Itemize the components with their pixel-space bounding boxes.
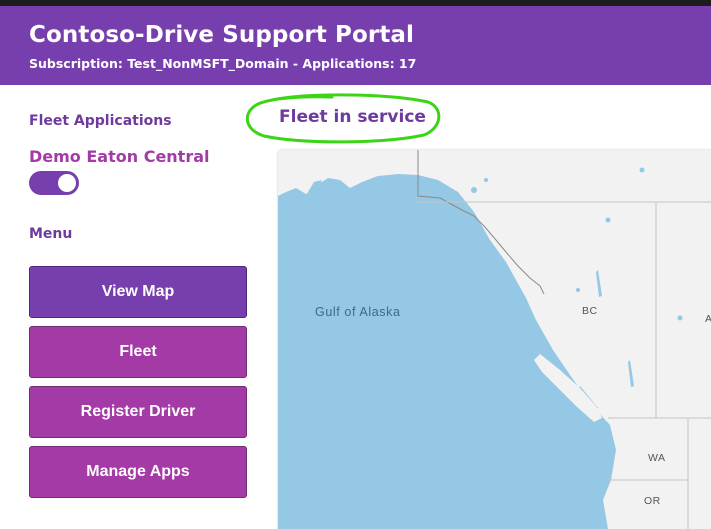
toggle-knob [58, 174, 76, 192]
lake [471, 187, 477, 193]
menu-heading: Menu [29, 226, 73, 242]
portal-title: Contoso-Drive Support Portal [29, 22, 415, 48]
map-label-wa: WA [648, 452, 666, 464]
app-toggle[interactable] [29, 171, 79, 195]
lake [639, 167, 645, 173]
lake [605, 217, 611, 223]
fleet-button[interactable]: Fleet [29, 326, 247, 378]
register-driver-button[interactable]: Register Driver [29, 386, 247, 438]
lake [576, 288, 580, 292]
map-canvas [278, 150, 711, 529]
view-map-button[interactable]: View Map [29, 266, 247, 318]
lake [677, 315, 683, 321]
map-label-ab: Ab [705, 313, 711, 325]
map-label-gulf-of-alaska: Gulf of Alaska [315, 305, 401, 319]
portal-header: Contoso-Drive Support Portal Subscriptio… [0, 6, 711, 85]
annotation-circle [246, 93, 441, 144]
lake [484, 178, 488, 182]
app-name: Demo Eaton Central [29, 147, 210, 166]
fleet-map[interactable]: Gulf of Alaska BC Ab WA OR [278, 150, 711, 529]
fleet-applications-heading: Fleet Applications [29, 113, 172, 129]
map-label-or: OR [644, 495, 661, 507]
manage-apps-button[interactable]: Manage Apps [29, 446, 247, 498]
subscription-info: Subscription: Test_NonMSFT_Domain - Appl… [29, 56, 417, 71]
map-label-bc: BC [582, 305, 598, 317]
